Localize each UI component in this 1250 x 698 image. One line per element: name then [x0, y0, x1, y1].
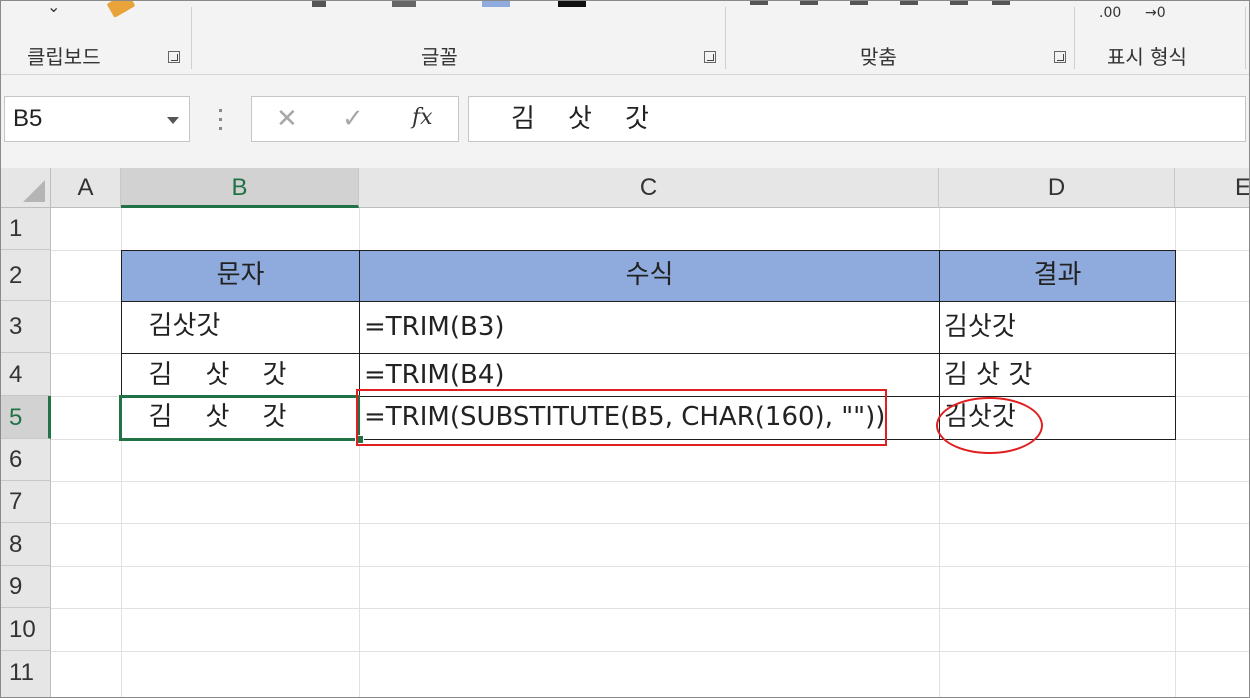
excel-window: ⌄ 클립보드 ﾞ 글꼴 맞춤 .00 →0 표시 형식 B5 ✕ ✓ fx 김 …	[0, 0, 1250, 698]
align-right-icon[interactable]	[992, 1, 1010, 5]
enter-icon[interactable]: ✓	[342, 105, 364, 133]
alignment-launcher-icon[interactable]	[1054, 51, 1066, 63]
clipboard-group-label: 클립보드	[27, 45, 101, 69]
gridline	[51, 523, 1249, 524]
insert-function-icon[interactable]: fx	[412, 105, 433, 130]
clipboard-group: ⌄ 클립보드	[1, 1, 191, 74]
column-header-a[interactable]: A	[51, 168, 121, 208]
row-header-6[interactable]: 6	[1, 439, 51, 481]
chevron-down-icon[interactable]	[167, 117, 179, 124]
clipboard-launcher-icon[interactable]	[168, 51, 180, 63]
decrease-decimal-icon[interactable]: .00	[1099, 5, 1121, 21]
name-box-value: B5	[13, 105, 43, 132]
font-color-icon[interactable]	[558, 1, 586, 7]
table-cell-result[interactable]: 김 삿 갓	[939, 353, 1176, 397]
alignment-group-label: 맞춤	[860, 45, 897, 69]
fill-color-icon[interactable]	[482, 1, 510, 7]
gridline	[51, 481, 1249, 482]
formula-bar-grip-icon[interactable]	[219, 109, 223, 131]
formula-buttons: ✕ ✓ fx	[251, 96, 459, 142]
worksheet-grid[interactable]: A B C D E 1 2 3 4 5 6 7 8 9 10 11 문자 수식	[1, 168, 1249, 697]
table-cell-text[interactable]: 김 삿 갓	[121, 353, 360, 397]
row-header-10[interactable]: 10	[1, 608, 51, 651]
row-header-3[interactable]: 3	[1, 301, 51, 353]
table-cell-result[interactable]: 김삿갓	[939, 301, 1176, 354]
gridline	[51, 608, 1249, 609]
number-group: .00 →0 표시 형식	[1075, 1, 1249, 74]
result-highlight-circle	[936, 397, 1043, 454]
table-header-text[interactable]: 문자	[121, 250, 360, 302]
alignment-group: 맞춤	[726, 1, 1074, 74]
font-size-icon[interactable]	[312, 1, 326, 7]
column-header-b[interactable]: B	[121, 168, 359, 208]
ribbon-divider	[1245, 7, 1246, 69]
row-header-1[interactable]: 1	[1, 208, 51, 250]
font-group: ﾞ 글꼴	[192, 1, 725, 74]
cancel-icon[interactable]: ✕	[276, 105, 298, 133]
table-cell-text[interactable]: 김삿갓	[121, 301, 360, 354]
select-all-button[interactable]	[1, 168, 51, 208]
row-header-8[interactable]: 8	[1, 523, 51, 566]
formula-bar: B5 ✕ ✓ fx 김 삿 갓	[1, 75, 1249, 168]
font-group-label: 글꼴	[421, 45, 458, 69]
align-bottom-icon[interactable]	[850, 1, 868, 5]
table-header-formula[interactable]: 수식	[359, 250, 940, 302]
paste-dropdown-icon[interactable]: ⌄	[47, 1, 60, 16]
border-icon[interactable]	[392, 1, 416, 7]
row-header-9[interactable]: 9	[1, 566, 51, 608]
formula-highlight-box	[356, 389, 887, 446]
row-header-4[interactable]: 4	[1, 353, 51, 396]
column-header-d[interactable]: D	[939, 168, 1175, 208]
row-header-11[interactable]: 11	[1, 651, 51, 697]
font-launcher-icon[interactable]	[704, 51, 716, 63]
name-box[interactable]: B5	[4, 96, 190, 142]
row-header-5[interactable]: 5	[1, 396, 51, 439]
formula-input[interactable]: 김 삿 갓	[468, 96, 1246, 142]
ribbon: ⌄ 클립보드 ﾞ 글꼴 맞춤 .00 →0 표시 형식	[1, 1, 1249, 75]
increase-decimal-icon[interactable]: →0	[1145, 5, 1166, 21]
row-header-7[interactable]: 7	[1, 481, 51, 523]
gridline	[51, 566, 1249, 567]
column-header-c[interactable]: C	[359, 168, 939, 208]
row-header-2[interactable]: 2	[1, 250, 51, 301]
table-cell-formula[interactable]: =TRIM(B3)	[359, 301, 940, 354]
align-center-icon[interactable]	[950, 1, 968, 5]
table-header-result[interactable]: 결과	[939, 250, 1176, 302]
column-header-e[interactable]: E	[1175, 168, 1249, 208]
number-group-label: 표시 형식	[1107, 45, 1187, 69]
align-middle-icon[interactable]	[800, 1, 818, 5]
format-painter-icon[interactable]	[106, 1, 136, 18]
gridline	[51, 651, 1249, 652]
phonetic-icon[interactable]: ﾞ	[664, 1, 670, 12]
table-cell-text[interactable]: 김 삿 갓	[121, 396, 360, 440]
align-left-icon[interactable]	[900, 1, 918, 5]
align-top-icon[interactable]	[750, 1, 768, 5]
